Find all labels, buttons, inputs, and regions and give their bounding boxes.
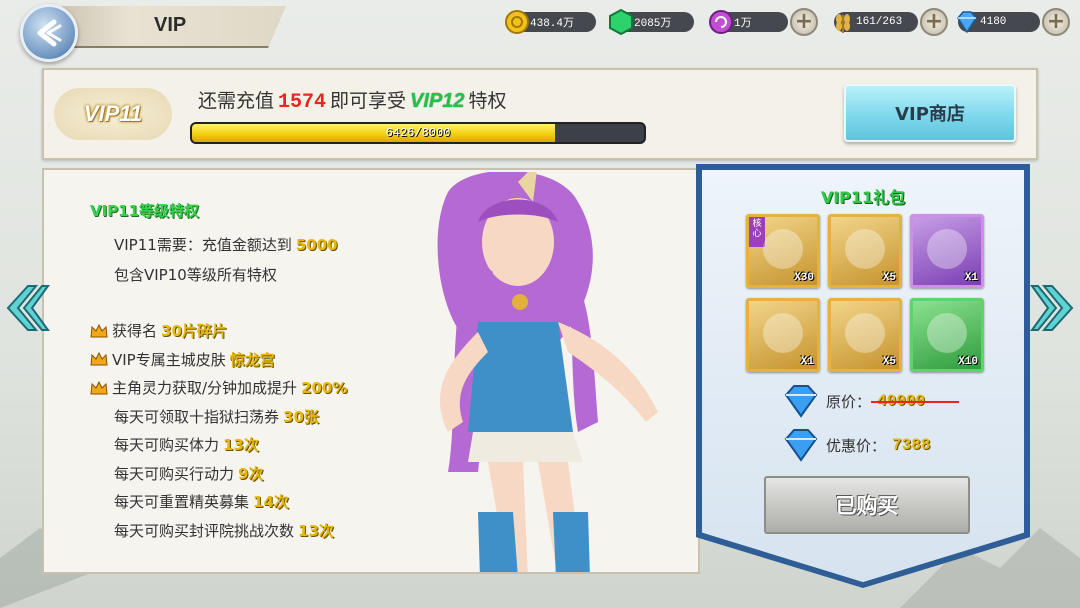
vip-progress-panel: VIP11 还需充值 1574 即可享受 VIP12 特权 6426/8000 …: [42, 68, 1038, 160]
page-title: VIP: [154, 14, 187, 36]
vip-level-badge: VIP11: [54, 88, 172, 140]
privilege-item: 每天可购买封评院挑战次数 13次: [114, 520, 334, 541]
privilege-value: 30片碎片: [161, 322, 227, 340]
item-count: X30: [794, 272, 814, 284]
privilege-value: 13次: [298, 521, 334, 540]
item-count: X5: [882, 356, 896, 368]
privileges-panel: VIP11等级特权 VIP11需要：充值金额达到 5000 包含VIP10等级所…: [42, 168, 700, 574]
item-count: X1: [964, 272, 978, 284]
privilege-text: 每天可购买封评院挑战次数: [114, 521, 295, 540]
purchased-button[interactable]: 已购买: [764, 476, 970, 534]
add-stamina-button[interactable]: +: [920, 8, 948, 36]
privilege-text: 每天可领取十指狱扫荡券: [114, 407, 280, 426]
privileges-title: VIP11等级特权: [90, 202, 200, 220]
privilege-value: 惊龙宫: [229, 350, 275, 369]
privilege-item: 每天可领取十指狱扫荡券 30张: [114, 406, 319, 427]
privilege-value: 200%: [301, 378, 348, 397]
item-count: X5: [882, 272, 896, 284]
privilege-item: 每天可购买行动力 9次: [114, 463, 263, 484]
crown-icon: [90, 380, 108, 394]
resource-orb: 1万 +: [709, 8, 818, 36]
requirement-text: VIP11需要：充值金额达到: [114, 236, 292, 254]
discount-price-label: 优惠价：: [826, 436, 887, 455]
vip-progress-text: 6426/8000: [385, 126, 451, 140]
privilege-value: 13次: [223, 436, 259, 454]
recharge-suffix: 特权: [468, 90, 507, 112]
back-arrow-icon: [37, 19, 62, 47]
gift-item-purple-chest[interactable]: X5: [828, 214, 902, 288]
resource-gold: 438.4万: [505, 10, 596, 34]
recharge-mid: 即可享受: [330, 90, 407, 112]
privilege-text: 获得名: [112, 322, 158, 340]
discount-price-value: 7388: [892, 436, 931, 454]
recharge-info: 还需充值 1574 即可享受 VIP12 特权: [198, 86, 507, 114]
privilege-item: 主角灵力获取/分钟加成提升 200%: [90, 377, 347, 398]
purple-orb-icon: [708, 9, 734, 35]
privilege-text: 每天可购买体力: [114, 436, 220, 454]
recharge-prefix: 还需充值: [198, 90, 275, 112]
privilege-text: 主角灵力获取/分钟加成提升: [112, 379, 298, 397]
includes-line: 包含VIP10等级所有特权: [114, 266, 277, 284]
gift-item-armor-set[interactable]: X1: [910, 214, 984, 288]
gift-pack-title: VIP11礼包: [820, 188, 906, 207]
privilege-item: 获得名 30片碎片: [90, 320, 227, 341]
privilege-text: 每天可购买行动力: [114, 464, 235, 483]
gift-pack-inner: VIP11礼包 核心 X30 X5 X1 X1 X5 X10 原价： 40000 优惠价： …: [702, 170, 1024, 582]
add-diamond-button[interactable]: +: [1042, 8, 1070, 36]
requirement-line: VIP11需要：充值金额达到 5000: [114, 234, 338, 255]
next-vip-level: VIP12: [410, 90, 465, 112]
original-price-row: 原价： 40000: [782, 382, 960, 420]
discount-price-row: 优惠价： 7388: [782, 426, 930, 464]
gift-item-hero-fragment[interactable]: 核心 X30: [746, 214, 820, 288]
recharge-amount: 1574: [278, 91, 327, 114]
original-price-value: 40000: [871, 392, 960, 410]
character-illustration: [437, 172, 658, 572]
diamond-icon: [784, 429, 818, 462]
next-arrow-icon[interactable]: [1030, 282, 1078, 334]
privilege-value: 14次: [253, 493, 289, 511]
gift-item-green-bag[interactable]: X5: [828, 298, 902, 372]
wheat-icon: [830, 9, 856, 35]
privilege-text: 每天可重置精英募集: [114, 493, 250, 511]
resource-diamond: 4180 +: [957, 8, 1070, 36]
resource-jade: 2085万: [609, 9, 694, 35]
privilege-item: VIP专属主城皮肤 惊龙宫: [90, 349, 275, 370]
gift-pack-panel: VIP11礼包 核心 X30 X5 X1 X1 X5 X10 原价： 40000 优惠价： …: [696, 164, 1030, 588]
resource-stamina: 161/263 +: [834, 8, 948, 36]
previous-arrow-icon[interactable]: [2, 282, 50, 334]
vip-progress-bar: 6426/8000: [190, 122, 646, 144]
add-orb-button[interactable]: +: [790, 8, 818, 36]
gift-item-red-bag[interactable]: X1: [746, 298, 820, 372]
diamond-icon: [784, 385, 818, 418]
original-price-label: 原价：: [826, 392, 872, 411]
privilege-value: 9次: [238, 464, 264, 483]
vip-shop-button[interactable]: VIP商店: [844, 84, 1016, 142]
gift-item-jade-orb[interactable]: X10: [910, 298, 984, 372]
diamond-icon: [954, 9, 980, 35]
requirement-value: 5000: [295, 235, 338, 254]
privilege-item: 每天可购买体力 13次: [114, 434, 259, 455]
crown-icon: [90, 351, 108, 366]
privilege-item: 每天可重置精英募集 14次: [114, 491, 289, 512]
item-count: X1: [800, 356, 814, 368]
gold-coin-icon: [504, 9, 530, 35]
privilege-text: VIP专属主城皮肤: [112, 350, 226, 369]
item-count: X10: [958, 356, 978, 368]
back-button[interactable]: [20, 4, 78, 62]
crown-icon: [90, 323, 108, 337]
green-gem-icon: [608, 9, 634, 35]
privilege-value: 30张: [283, 407, 319, 426]
